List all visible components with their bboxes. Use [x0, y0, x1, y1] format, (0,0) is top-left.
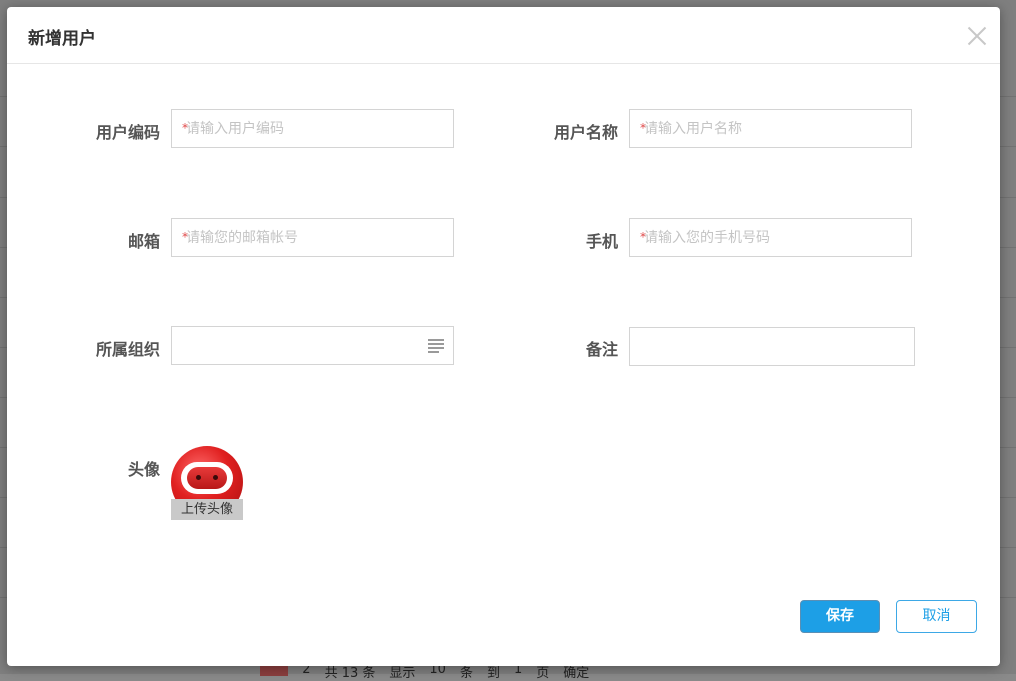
list-select-icon[interactable]	[428, 339, 444, 353]
required-marker: *	[640, 121, 646, 135]
org-label: 所属组织	[95, 340, 160, 359]
add-user-dialog: 新增用户 用户编码 * 用户名称 * 邮箱 * 手机 * 所属组织 备注 头像 …	[7, 7, 1000, 666]
remark-input[interactable]	[629, 327, 915, 366]
user-name-label: 用户名称	[553, 123, 618, 142]
phone-input[interactable]	[629, 218, 912, 257]
email-input[interactable]	[171, 218, 454, 257]
org-select-input[interactable]	[171, 326, 454, 365]
required-marker: *	[182, 230, 188, 244]
required-marker: *	[182, 121, 188, 135]
user-code-input[interactable]	[171, 109, 454, 148]
close-icon[interactable]	[965, 23, 989, 47]
phone-label: 手机	[585, 232, 618, 251]
user-code-label: 用户编码	[95, 123, 160, 142]
required-marker: *	[640, 230, 646, 244]
user-name-input[interactable]	[629, 109, 912, 148]
avatar-label: 头像	[127, 460, 160, 479]
remark-label: 备注	[585, 340, 618, 359]
upload-avatar-button[interactable]: 上传头像	[171, 499, 243, 520]
cancel-button[interactable]: 取消	[896, 600, 977, 633]
avatar-upload[interactable]: 上传头像	[171, 446, 243, 520]
dialog-title: 新增用户	[28, 29, 96, 49]
save-button[interactable]: 保存	[800, 600, 880, 633]
dialog-header: 新增用户	[7, 7, 1000, 64]
email-label: 邮箱	[127, 232, 160, 251]
